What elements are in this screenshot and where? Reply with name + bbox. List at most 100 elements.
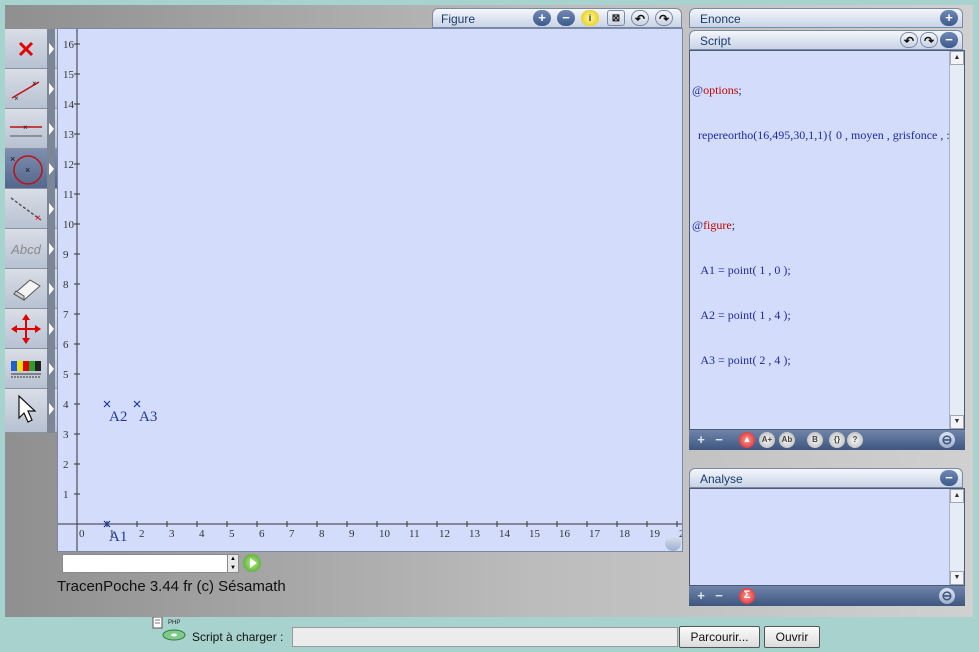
line-icon: ×: [7, 111, 45, 147]
analyse-panel-header: Analyse −: [689, 468, 963, 488]
analyse-scrollbar[interactable]: ▲ ▼: [949, 489, 964, 585]
spell-icon[interactable]: Ab: [779, 432, 795, 448]
svg-text:×: ×: [35, 213, 41, 224]
script-title: Script: [700, 34, 731, 48]
script-scrollbar[interactable]: ▲ ▼: [949, 51, 964, 429]
add-icon[interactable]: +: [693, 432, 709, 448]
text-tool-label: Abcd: [11, 241, 41, 257]
tracenpoche-app: × × × × × × Abcd Figure + − i ⊠ ↶ ↷ 0 1 …: [5, 5, 973, 617]
scroll-down-arrow-icon[interactable]: ▼: [950, 415, 964, 429]
color-tool-button[interactable]: [5, 349, 57, 389]
script-undo-button[interactable]: ↶: [900, 32, 918, 48]
line-tool-button[interactable]: ×: [5, 109, 57, 149]
eraser-tool-button[interactable]: [5, 269, 57, 309]
redo-button[interactable]: ↷: [655, 10, 673, 26]
tool-expand-arrow[interactable]: [47, 149, 55, 189]
circle-icon: × ×: [7, 151, 45, 187]
fit-window-button[interactable]: ⊠: [607, 10, 625, 26]
script-panel-header: Script ↶ ↷ −: [689, 30, 963, 50]
x-tick-label: 0: [79, 528, 85, 540]
zoom-in-button[interactable]: +: [533, 10, 551, 26]
tool-expand-arrow[interactable]: [47, 109, 55, 149]
y-tick-label: 6: [63, 339, 69, 351]
scroll-up-arrow-icon[interactable]: ▲: [950, 489, 964, 503]
tool-expand-arrow[interactable]: [47, 189, 55, 229]
y-tick-label: 2: [63, 459, 69, 471]
scroll-up-arrow-icon[interactable]: ▲: [950, 51, 964, 65]
spinner-control[interactable]: ▲ ▼: [227, 554, 239, 573]
command-input[interactable]: [62, 554, 232, 573]
undo-button[interactable]: ↶: [631, 10, 649, 26]
x-tick-label: 5: [229, 528, 235, 540]
analyse-output: ▲ ▼: [689, 488, 965, 586]
y-tick-label: 15: [63, 69, 75, 81]
y-tick-label: 12: [63, 159, 74, 171]
x-tick-label: 4: [199, 528, 205, 540]
script-line: A3 = point( 2 , 4 );: [692, 353, 791, 367]
pointer-tool-button[interactable]: [5, 389, 57, 433]
x-tick-label: 18: [619, 528, 631, 540]
x-tick-label: 3: [169, 528, 175, 540]
php-label: PHP: [168, 620, 180, 626]
info-button[interactable]: i: [581, 10, 599, 26]
browse-button[interactable]: Parcourir...: [679, 626, 760, 648]
color-palette-icon: [7, 351, 45, 387]
open-button[interactable]: Ouvrir: [764, 626, 820, 648]
tool-expand-arrow[interactable]: [47, 29, 55, 69]
collapse-panel-icon[interactable]: ⊖: [939, 432, 955, 448]
x-tick-label: 14: [499, 528, 511, 540]
ruler-icon: ×: [7, 191, 45, 227]
collapse-panel-icon[interactable]: ⊖: [939, 588, 955, 604]
y-tick-label: 4: [63, 399, 69, 411]
triangle-icon[interactable]: ▲: [739, 432, 755, 448]
script-code[interactable]: @options; repereortho(16,495,30,1,1){ 0 …: [692, 53, 950, 398]
expand-icon[interactable]: +: [940, 10, 958, 26]
sigma-icon[interactable]: Σ: [739, 588, 755, 604]
script-redo-button[interactable]: ↷: [920, 32, 938, 48]
delete-tool-button[interactable]: [5, 29, 57, 69]
font-size-icon[interactable]: A+: [759, 432, 775, 448]
script-line: @options;: [692, 83, 742, 97]
coordinate-grid[interactable]: 0123456789101112131415161718192012345678…: [58, 29, 683, 552]
point-label[interactable]: A1: [109, 529, 127, 545]
brackets-icon[interactable]: {}: [829, 432, 845, 448]
scroll-down-arrow-icon[interactable]: ▼: [950, 571, 964, 585]
play-button[interactable]: [243, 554, 261, 572]
tool-expand-arrow[interactable]: [47, 349, 55, 389]
php-script-icon: PHP: [152, 616, 186, 643]
add-icon[interactable]: +: [693, 588, 709, 604]
help-icon[interactable]: ?: [847, 432, 863, 448]
remove-icon[interactable]: −: [711, 588, 727, 604]
ruler-tool-button[interactable]: ×: [5, 189, 57, 229]
x-tick-label: 10: [379, 528, 391, 540]
script-file-input[interactable]: [292, 627, 678, 647]
x-tick-label: 13: [469, 528, 481, 540]
eraser-icon: [7, 271, 45, 307]
tool-palette: × × × × × × Abcd: [5, 29, 57, 433]
text-tool-button[interactable]: Abcd: [5, 229, 57, 269]
point-label[interactable]: A3: [139, 409, 157, 425]
scroll-updown-icon[interactable]: [665, 535, 681, 551]
copyright-text: TracenPoche 3.44 fr (c) Sésamath: [57, 578, 286, 595]
tool-expand-arrow[interactable]: [47, 269, 55, 309]
enonce-panel-header[interactable]: Enonce +: [689, 8, 963, 28]
collapse-icon[interactable]: −: [940, 470, 958, 486]
y-tick-label: 1: [63, 489, 69, 501]
tool-expand-arrow[interactable]: [47, 389, 55, 433]
remove-icon[interactable]: −: [711, 432, 727, 448]
script-line: repereortho(16,495,30,1,1){ 0 , moyen , …: [692, 128, 950, 142]
tool-expand-arrow[interactable]: [47, 309, 55, 349]
move-tool-button[interactable]: [5, 309, 57, 349]
bold-icon[interactable]: B: [807, 432, 823, 448]
point-label[interactable]: A2: [109, 409, 127, 425]
tool-expand-arrow[interactable]: [47, 229, 55, 269]
collapse-icon[interactable]: −: [940, 32, 958, 48]
figure-canvas[interactable]: 0123456789101112131415161718192012345678…: [57, 28, 683, 552]
circle-tool-button[interactable]: × ×: [5, 149, 57, 189]
x-tick-label: 8: [319, 528, 325, 540]
segment-tool-button[interactable]: × ×: [5, 69, 57, 109]
zoom-out-button[interactable]: −: [557, 10, 575, 26]
tool-expand-arrow[interactable]: [47, 69, 55, 109]
script-editor[interactable]: @options; repereortho(16,495,30,1,1){ 0 …: [689, 50, 965, 430]
red-x-icon: [7, 31, 45, 67]
